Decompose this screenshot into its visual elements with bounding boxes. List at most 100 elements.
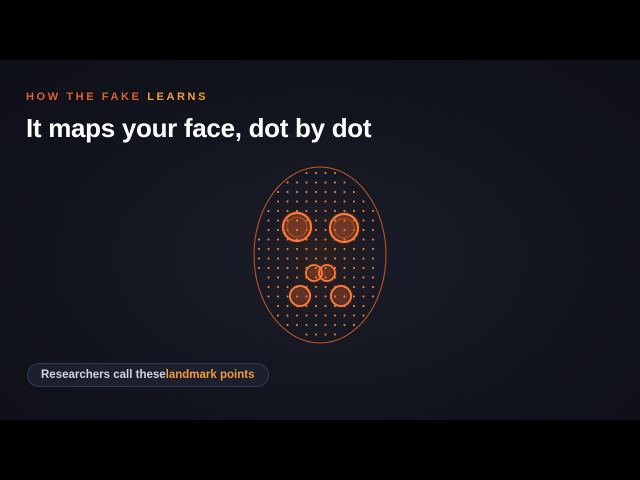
landmark-dot [314,247,318,251]
landmark-dot [305,314,308,317]
landmark-dot [276,285,280,289]
landmark-dot [286,285,289,289]
landmark-dot [324,247,327,251]
landmark-dot [314,295,318,298]
landmark-dot [352,276,356,279]
landmark-dot [286,181,289,184]
landmark-dot [343,314,346,317]
landmark-dot [314,323,318,327]
landmark-dot [324,295,327,298]
landmark-dot [305,200,308,203]
landmark-dot [343,266,346,270]
headline: It maps your face, dot by dot [26,113,372,143]
landmark-dot [286,276,289,279]
kicker-prefix: HOW THE FAKE [26,91,148,103]
section-kicker: HOW THE FAKE LEARNS [26,91,208,103]
landmark-dot [286,257,289,260]
landmark-dot [286,266,289,270]
landmark-dot [324,314,327,317]
landmark-dot [324,228,327,232]
landmark-dot [333,200,337,203]
landmark-dot [305,190,308,194]
landmark-dot [276,209,280,213]
landmark-dot [267,285,270,289]
landmark-dot [276,219,280,222]
landmark-dot [343,209,346,213]
landmark-dot [362,304,365,308]
face-landmark-illustration [238,153,402,357]
landmark-dot [305,323,308,327]
right-eye-landmarks [328,212,360,244]
landmark-dot [371,285,375,289]
landmark-dot [324,304,327,308]
landmark-dot [324,181,327,184]
landmark-dot [295,247,299,251]
landmark-dot [333,247,337,251]
landmark-dot [371,247,375,251]
landmark-dot [305,247,308,251]
landmark-dot [362,247,365,251]
landmark-dot [314,190,318,194]
landmark-dot [352,266,356,270]
landmark-dot [257,257,261,260]
landmark-dot [276,238,280,241]
landmark-dot [333,171,337,175]
landmark-dot [267,219,270,222]
landmark-dot [314,238,318,241]
landmark-dot [286,190,289,194]
landmark-dot [305,171,308,175]
landmark-dot [324,323,327,327]
landmark-dot [267,276,270,279]
landmark-dot [333,257,337,260]
landmark-dot [276,190,280,194]
landmark-dot [352,295,356,298]
landmark-dot [343,181,346,184]
landmark-dot [286,323,289,327]
landmark-dot [314,200,318,203]
landmark-dot [305,181,308,184]
face-glow [238,153,402,357]
landmark-dot [295,257,299,260]
landmark-dot [324,333,327,336]
landmark-dot [305,257,308,260]
landmark-dot [343,190,346,194]
landmark-dot [333,190,337,194]
landmark-dot [295,314,299,317]
landmark-dot [333,333,337,336]
landmark-dot [295,200,299,203]
landmark-dot [295,323,299,327]
video-letterbox: HOW THE FAKE LEARNS It maps your face, d… [0,0,640,480]
landmark-dot [371,257,375,260]
landmark-dot [343,323,346,327]
landmark-dot [267,238,270,241]
landmark-dot [352,209,356,213]
landmark-dot [295,209,299,213]
landmark-dot [314,257,318,260]
landmark-dot [276,314,280,317]
landmark-dot [343,200,346,203]
landmark-dot [362,238,365,241]
landmark-dot [352,247,356,251]
nose-landmarks [305,264,336,282]
landmark-dot [333,314,337,317]
landmark-dot [314,314,318,317]
landmark-dot [352,200,356,203]
landmark-dot [362,209,365,213]
landmark-dot [295,276,299,279]
landmark-dot [314,228,318,232]
landmark-dot [352,257,356,260]
landmark-dot [324,257,327,260]
landmark-dot [333,209,337,213]
landmark-dot [362,285,365,289]
landmark-dot [352,190,356,194]
landmark-dot [267,266,270,270]
landmark-dot [286,247,289,251]
landmark-dot [362,200,365,203]
landmark-dot [314,304,318,308]
landmark-dot [276,247,280,251]
landmark-dot [267,257,270,260]
landmark-dot [295,266,299,270]
landmark-dot [343,247,346,251]
landmark-dot [371,219,375,222]
landmark-dot [286,314,289,317]
